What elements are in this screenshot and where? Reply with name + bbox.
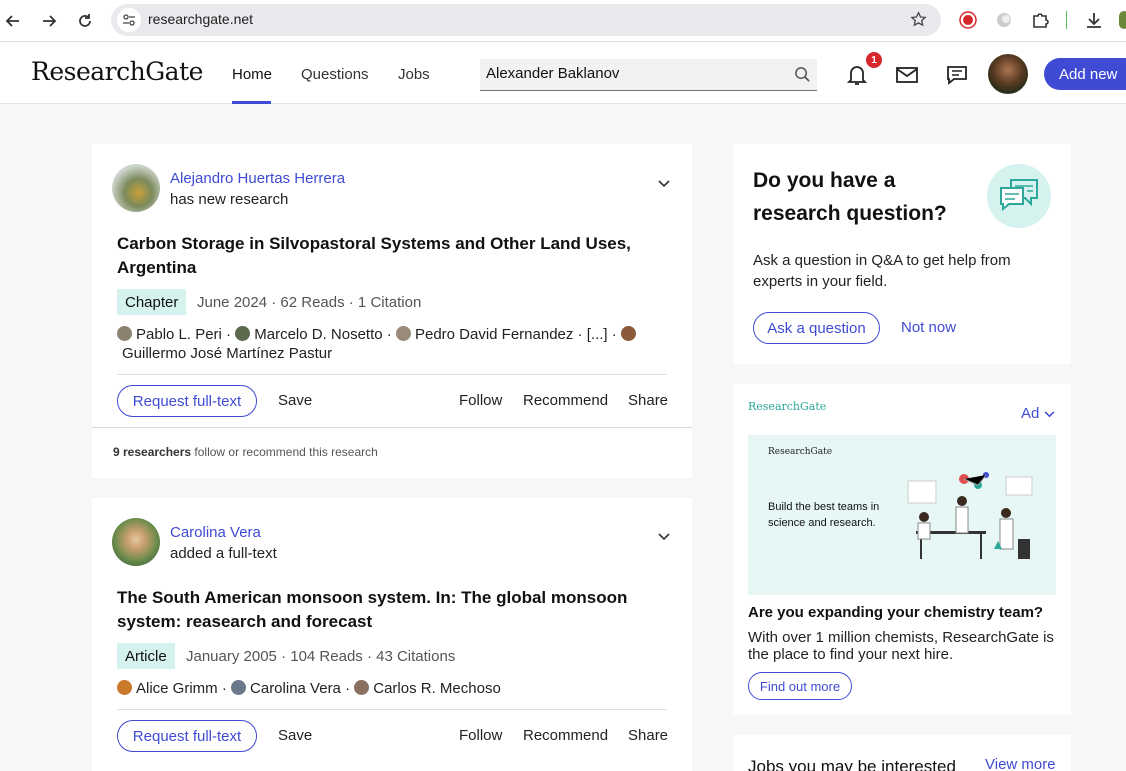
active-tab-indicator	[232, 101, 271, 104]
publication-meta: January 2005 · 104 Reads · 43 Citations	[186, 648, 456, 665]
author-name-link[interactable]: Carolina Vera	[170, 524, 261, 541]
publication-type-badge: Chapter	[117, 289, 187, 315]
author-link[interactable]: Pedro David Fernandez	[415, 326, 573, 343]
download-icon[interactable]	[1083, 9, 1105, 31]
divider	[117, 709, 667, 710]
publication-meta: June 2024 · 62 Reads · 1 Citation	[197, 294, 422, 311]
record-extension-icon[interactable]	[957, 9, 979, 31]
ad-image-tagline: Build the best teams in science and rese…	[768, 501, 880, 529]
engagement-summary: 9 researchers follow or recommend this r…	[113, 445, 378, 459]
ad-brand-logo: ResearchGate	[748, 400, 827, 413]
share-button[interactable]: Share	[628, 727, 668, 744]
search-input[interactable]	[486, 65, 776, 82]
publication-type-badge: Article	[117, 643, 175, 669]
author-link[interactable]: Carlos R. Mechoso	[373, 680, 501, 697]
view-more-link[interactable]: View more	[985, 756, 1056, 771]
url-text: researchgate.net	[148, 11, 254, 27]
author-action-text: has new research	[170, 191, 289, 208]
author-mini-avatar	[620, 326, 636, 341]
chevron-down-icon[interactable]	[658, 175, 670, 193]
author-name-link[interactable]: Alejandro Huertas Herrera	[170, 170, 345, 187]
profile-icon[interactable]	[1119, 11, 1126, 29]
follow-button[interactable]: Follow	[459, 727, 502, 744]
user-avatar[interactable]	[988, 54, 1028, 94]
more-authors-link[interactable]: [...]	[587, 326, 608, 343]
site-header: ResearchGate Home Questions Jobs 1 Add n…	[0, 43, 1126, 104]
forward-icon[interactable]	[36, 8, 62, 34]
address-bar[interactable]: researchgate.net	[111, 4, 941, 36]
tab-jobs[interactable]: Jobs	[398, 66, 430, 83]
chevron-down-icon[interactable]	[658, 528, 670, 546]
chat-icon[interactable]	[945, 63, 969, 87]
researchgate-logo[interactable]: ResearchGate	[31, 57, 203, 86]
ad-card: ResearchGate Ad ResearchGate Build the b…	[733, 384, 1071, 715]
ad-headline[interactable]: Are you expanding your chemistry team?	[748, 604, 1043, 621]
messages-envelope-icon[interactable]	[895, 63, 919, 87]
author-list: Pablo L. Peri · Marcelo D. Nosetto · Ped…	[117, 325, 677, 363]
publication-title-link[interactable]: Carbon Storage in Silvopastoral Systems …	[117, 232, 677, 280]
chevron-down-icon	[1044, 411, 1054, 418]
find-out-more-button[interactable]: Find out more	[748, 672, 852, 700]
ad-banner-image[interactable]: ResearchGate Build the best teams in sci…	[748, 435, 1056, 595]
author-list: Alice Grimm · Carolina Vera · Carlos R. …	[117, 679, 677, 698]
bookmark-star-icon[interactable]	[910, 11, 927, 33]
feed-card: Alejandro Huertas Herrera has new resear…	[92, 144, 692, 478]
author-link[interactable]: Carolina Vera	[250, 680, 341, 697]
recommend-button[interactable]: Recommend	[523, 727, 608, 744]
author-link[interactable]: Pablo L. Peri	[136, 326, 222, 343]
author-link[interactable]: Alice Grimm	[136, 680, 218, 697]
recommend-button[interactable]: Recommend	[523, 392, 608, 409]
author-mini-avatar	[117, 680, 132, 695]
author-link[interactable]: Guillermo José Martínez Pastur	[117, 344, 677, 363]
author-avatar[interactable]	[112, 518, 160, 566]
tab-home[interactable]: Home	[232, 66, 272, 83]
ask-question-card: Do you have a research question? Ask a q…	[733, 144, 1071, 364]
question-card-description: Ask a question in Q&A to get help from e…	[753, 252, 1011, 290]
author-mini-avatar	[117, 326, 132, 341]
save-button[interactable]: Save	[278, 392, 312, 409]
not-now-link[interactable]: Not now	[901, 319, 956, 336]
save-button[interactable]: Save	[278, 727, 312, 744]
jobs-card-title: Jobs you may be interested	[748, 757, 956, 771]
back-icon[interactable]	[0, 8, 26, 34]
divider	[117, 374, 667, 375]
share-button[interactable]: Share	[628, 392, 668, 409]
question-card-title: Do you have a research question?	[753, 169, 947, 225]
reload-icon[interactable]	[72, 8, 98, 34]
tab-questions[interactable]: Questions	[301, 66, 369, 83]
author-mini-avatar	[354, 680, 370, 695]
search-box	[480, 59, 817, 91]
notifications-bell-icon[interactable]	[845, 63, 869, 87]
feed-card: Carolina Vera added a full-text The Sout…	[92, 498, 692, 771]
search-icon[interactable]	[794, 66, 811, 88]
notification-count-badge: 1	[866, 52, 882, 68]
ad-label[interactable]: Ad	[1021, 405, 1055, 422]
request-full-text-button[interactable]: Request full-text	[117, 385, 257, 417]
ad-image-brand: ResearchGate	[768, 447, 833, 457]
author-mini-avatar	[395, 326, 411, 341]
site-settings-icon[interactable]	[117, 8, 141, 32]
author-avatar[interactable]	[112, 164, 160, 212]
author-mini-avatar	[235, 326, 251, 341]
follow-button[interactable]: Follow	[459, 392, 502, 409]
publication-title-link[interactable]: The South American monsoon system. In: T…	[117, 586, 677, 634]
author-link[interactable]: Marcelo D. Nosetto	[254, 326, 382, 343]
ask-question-button[interactable]: Ask a question	[753, 312, 880, 344]
toolbar-separator	[1066, 11, 1067, 29]
researchers-count[interactable]: 9 researchers	[113, 445, 191, 459]
jobs-card: Jobs you may be interested View more	[733, 735, 1071, 771]
request-full-text-button[interactable]: Request full-text	[117, 720, 257, 752]
add-new-button[interactable]: Add new	[1044, 58, 1126, 90]
qa-chat-bubbles-icon	[987, 164, 1051, 228]
ad-body-text: With over 1 million chemists, ResearchGa…	[748, 629, 1054, 663]
divider	[92, 427, 692, 428]
puzzle-extensions-icon[interactable]	[1029, 9, 1051, 31]
browser-toolbar: researchgate.net	[0, 0, 1126, 42]
extension-icon[interactable]	[993, 9, 1015, 31]
author-mini-avatar	[231, 680, 247, 695]
scientists-illustration	[907, 472, 1033, 559]
author-action-text: added a full-text	[170, 545, 277, 562]
